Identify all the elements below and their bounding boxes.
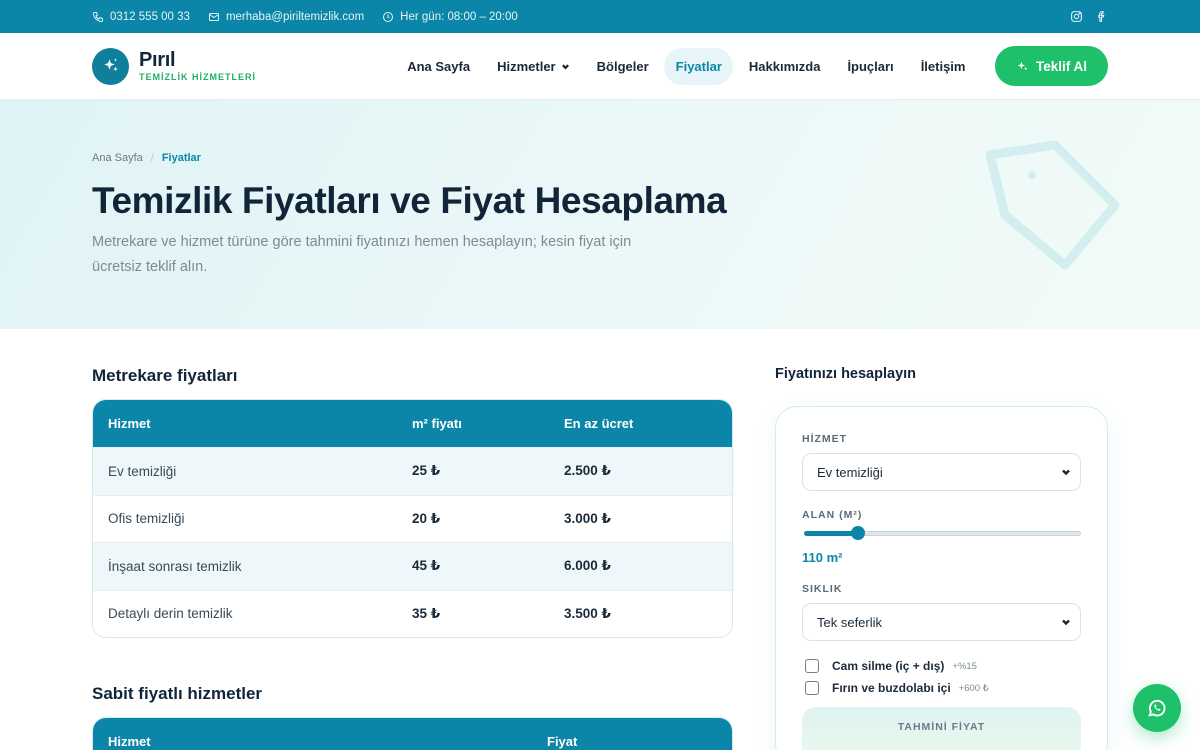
top-bar: 0312 555 00 33 merhaba@piriltemizlik.com… — [0, 0, 1200, 33]
cell-service: Ofis temizliği — [108, 511, 185, 527]
breadcrumb-home[interactable]: Ana Sayfa — [92, 152, 143, 164]
cell-sqm-price: 25 ₺ — [412, 463, 441, 479]
get-quote-button[interactable]: Teklif Al — [994, 46, 1108, 86]
price-tag-icon — [985, 140, 1120, 270]
price-calculator: Fiyatınızı hesaplayın HİZMET Ev temizliğ… — [775, 366, 1108, 750]
extra-price: +600 ₺ — [958, 682, 989, 694]
phone-contact[interactable]: 0312 555 00 33 — [92, 11, 190, 23]
nav-item-home[interactable]: Ana Sayfa — [396, 48, 482, 85]
calculator-card: HİZMET Ev temizliği ALAN (M²) 110 m² SIK… — [775, 406, 1108, 750]
cell-service: Ev temizliği — [108, 463, 177, 479]
cell-sqm-price: 20 ₺ — [412, 510, 441, 526]
hours-text: Her gün: 08:00 – 20:00 — [400, 10, 518, 23]
area-value: 110 m² — [802, 550, 843, 565]
cell-sqm-price: 35 ₺ — [412, 605, 441, 621]
extra-price: +%15 — [952, 660, 977, 672]
slider-fill — [804, 531, 858, 536]
fixed-prices-title: Sabit fiyatlı hizmetler — [92, 684, 263, 703]
service-select-value: Ev temizliği — [817, 464, 883, 480]
cell-sqm-price: 45 ₺ — [412, 558, 441, 574]
nav-item-tips[interactable]: İpuçları — [836, 48, 905, 85]
whatsapp-icon — [1148, 699, 1166, 717]
nav-item-regions[interactable]: Bölgeler — [585, 48, 660, 85]
breadcrumb-separator: / — [150, 152, 154, 164]
sqm-prices-table: Hizmet m² fiyatı En az ücret Ev temizliğ… — [92, 399, 733, 638]
phone-number: 0312 555 00 33 — [110, 10, 190, 23]
estimated-price-label: TAHMİNİ FİYAT — [897, 721, 986, 733]
breadcrumb: Ana Sayfa / Fiyatlar — [92, 152, 1108, 164]
nav-item-prices[interactable]: Fiyatlar — [664, 47, 734, 85]
nav-item-about[interactable]: Hakkımızda — [737, 48, 832, 85]
column-header-price: Fiyat — [547, 734, 578, 749]
column-header-sqm-price: m² fiyatı — [412, 416, 462, 431]
table-row: Detaylı derin temizlik 35 ₺ 3.500 ₺ — [93, 589, 732, 638]
fixed-prices-table: Hizmet Fiyat — [92, 717, 733, 750]
cell-service: Detaylı derin temizlik — [108, 606, 233, 622]
column-header-service: Hizmet — [108, 416, 151, 431]
logo[interactable]: Pırıl TEMİZLİK HİZMETLERİ — [92, 47, 256, 85]
chevron-down-icon — [1062, 619, 1070, 626]
frequency-label: SIKLIK — [802, 583, 843, 595]
clock-icon — [383, 11, 394, 22]
main-nav: Ana Sayfa Hizmetler Bölgeler Fiyatlar Ha… — [396, 47, 977, 85]
frequency-select[interactable]: Tek seferlik — [802, 603, 1081, 641]
cell-min-fee: 3.500 ₺ — [564, 605, 611, 621]
area-slider[interactable] — [802, 526, 1081, 540]
sparkle-icon — [1017, 61, 1028, 70]
brand-tagline: TEMİZLİK HİZMETLERİ — [139, 72, 256, 82]
extra-oven-fridge[interactable]: Fırın ve buzdolabı içi +600 ₺ — [805, 681, 1081, 695]
site-header: Pırıl TEMİZLİK HİZMETLERİ Ana Sayfa Hizm… — [0, 33, 1200, 100]
sqm-prices-title: Metrekare fiyatları — [92, 366, 238, 385]
service-label: HİZMET — [802, 433, 848, 445]
page-hero: Ana Sayfa / Fiyatlar Temizlik Fiyatları … — [0, 100, 1200, 329]
table-header: Hizmet Fiyat — [93, 718, 732, 750]
column-header-min-fee: En az ücret — [564, 416, 634, 431]
mail-icon — [208, 12, 219, 21]
cell-service: İnşaat sonrası temizlik — [108, 558, 242, 574]
page-subtitle: Metrekare ve hizmet türüne göre tahmini … — [92, 234, 632, 275]
nav-item-contact[interactable]: İletişim — [909, 48, 977, 85]
service-select[interactable]: Ev temizliği — [802, 453, 1081, 491]
email-address: merhaba@piriltemizlik.com — [225, 10, 365, 23]
calculator-title: Fiyatınızı hesaplayın — [775, 366, 917, 382]
instagram-icon[interactable] — [1070, 10, 1083, 23]
whatsapp-button[interactable] — [1133, 684, 1181, 732]
table-row: Ev temizliği 25 ₺ 2.500 ₺ — [93, 447, 732, 495]
table-row: İnşaat sonrası temizlik 45 ₺ 6.000 ₺ — [93, 542, 732, 590]
chevron-down-icon — [561, 63, 569, 69]
breadcrumb-current: Fiyatlar — [161, 152, 201, 164]
extra-label: Fırın ve buzdolabı içi — [832, 681, 951, 695]
social-links — [1070, 10, 1108, 23]
extra-window-cleaning[interactable]: Cam silme (iç + dış) +%15 — [805, 659, 1081, 673]
cell-min-fee: 2.500 ₺ — [564, 463, 611, 479]
cell-min-fee: 3.000 ₺ — [564, 510, 611, 526]
facebook-icon[interactable] — [1095, 10, 1108, 23]
extra-label: Cam silme (iç + dış) — [832, 659, 945, 673]
brand-name: Pırıl — [139, 49, 176, 71]
sparkle-logo-icon — [92, 47, 129, 85]
working-hours: Her gün: 08:00 – 20:00 — [382, 11, 518, 23]
price-tables: Metrekare fiyatları Hizmet m² fiyatı En … — [92, 366, 733, 750]
get-quote-label: Teklif Al — [1035, 58, 1087, 74]
cell-min-fee: 6.000 ₺ — [564, 558, 611, 574]
checkbox[interactable] — [805, 659, 819, 673]
nav-item-services-label: Hizmetler — [497, 58, 556, 74]
area-label: ALAN (M²) — [802, 509, 863, 521]
page-title: Temizlik Fiyatları ve Fiyat Hesaplama — [92, 180, 727, 221]
table-header: Hizmet m² fiyatı En az ücret — [93, 400, 732, 447]
frequency-select-value: Tek seferlik — [817, 614, 883, 630]
column-header-service: Hizmet — [108, 734, 151, 749]
checkbox[interactable] — [805, 681, 819, 695]
table-row: Ofis temizliği 20 ₺ 3.000 ₺ — [93, 494, 732, 543]
estimated-price-box: TAHMİNİ FİYAT — [802, 707, 1081, 750]
nav-item-services[interactable]: Hizmetler — [486, 48, 582, 85]
chevron-down-icon — [1062, 469, 1070, 476]
phone-icon — [92, 11, 103, 22]
slider-thumb[interactable] — [850, 526, 865, 540]
email-contact[interactable]: merhaba@piriltemizlik.com — [208, 11, 364, 23]
